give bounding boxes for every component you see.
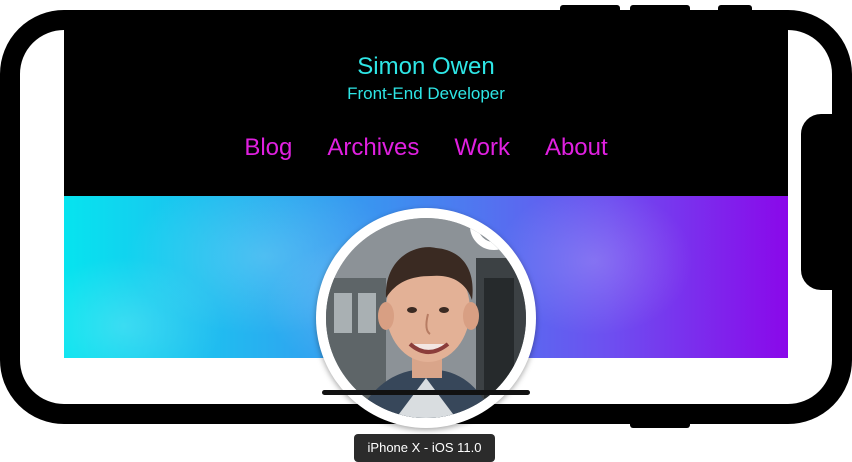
site-title[interactable]: Simon Owen (64, 53, 788, 81)
home-indicator (322, 390, 530, 395)
device-label: iPhone X - iOS 11.0 (354, 434, 495, 462)
nav-link-blog[interactable]: Blog (244, 133, 292, 163)
nav-link-archives[interactable]: Archives (327, 133, 419, 163)
site-subtitle: Front-End Developer (347, 84, 505, 103)
device-notch (801, 114, 832, 290)
profile-photo-illustration (326, 218, 526, 418)
profile-avatar (316, 208, 536, 428)
nav-link-work[interactable]: Work (454, 133, 510, 163)
main-nav: Blog Archives Work About (64, 133, 788, 163)
nav-link-about[interactable]: About (545, 133, 608, 163)
site-header: Simon Owen Front-End Developer Blog Arch… (64, 29, 788, 196)
profile-photo (326, 218, 526, 418)
